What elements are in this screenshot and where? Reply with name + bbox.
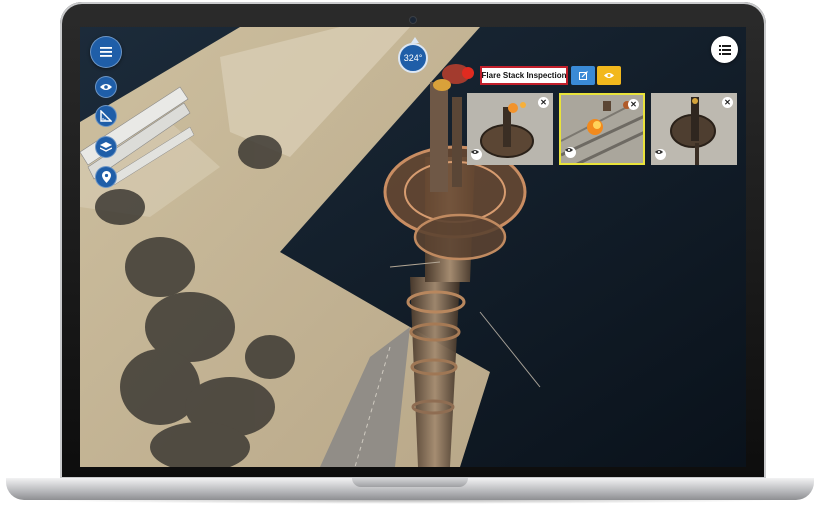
list-icon xyxy=(718,44,731,55)
eye-icon xyxy=(100,84,112,90)
list-view-button[interactable] xyxy=(711,36,738,63)
measure-tool-button[interactable] xyxy=(95,105,117,127)
menu-icon xyxy=(100,47,112,57)
inspection-thumbnail-2[interactable]: ✕ xyxy=(559,93,645,165)
layers-tool-button[interactable] xyxy=(95,136,117,158)
compass-heading-label: 324° xyxy=(403,53,423,63)
laptop-lid-notch xyxy=(352,478,468,487)
eye-icon xyxy=(604,73,614,78)
close-icon[interactable]: ✕ xyxy=(628,99,639,110)
inspection-thumbnail-1[interactable]: ✕ xyxy=(467,93,553,165)
eye-icon xyxy=(655,150,663,154)
eye-icon xyxy=(565,148,573,152)
thumbnail-view-button[interactable] xyxy=(565,147,576,158)
thumbnail-view-button[interactable] xyxy=(471,149,482,160)
map-pin-icon xyxy=(101,171,111,183)
visibility-tool-button[interactable] xyxy=(95,76,117,98)
webcam xyxy=(409,16,417,24)
location-tool-button[interactable] xyxy=(95,166,117,188)
eye-icon xyxy=(471,150,479,154)
main-menu-button[interactable] xyxy=(90,36,122,68)
close-icon[interactable]: ✕ xyxy=(538,97,549,108)
screen: 324° Flare Stack Inspection ✕ ✕ ✕ xyxy=(80,27,746,467)
inspection-thumbnail-3[interactable]: ✕ xyxy=(651,93,737,165)
inspection-title: Flare Stack Inspection xyxy=(480,66,568,85)
ruler-triangle-icon xyxy=(100,110,112,122)
edit-icon xyxy=(578,71,588,80)
edit-inspection-button[interactable] xyxy=(571,66,595,85)
close-icon[interactable]: ✕ xyxy=(722,97,733,108)
thumbnail-view-button[interactable] xyxy=(655,149,666,160)
view-inspection-button[interactable] xyxy=(597,66,621,85)
map-3d-viewport[interactable] xyxy=(80,27,746,467)
layers-icon xyxy=(100,142,112,152)
compass-heading[interactable]: 324° xyxy=(398,43,428,73)
